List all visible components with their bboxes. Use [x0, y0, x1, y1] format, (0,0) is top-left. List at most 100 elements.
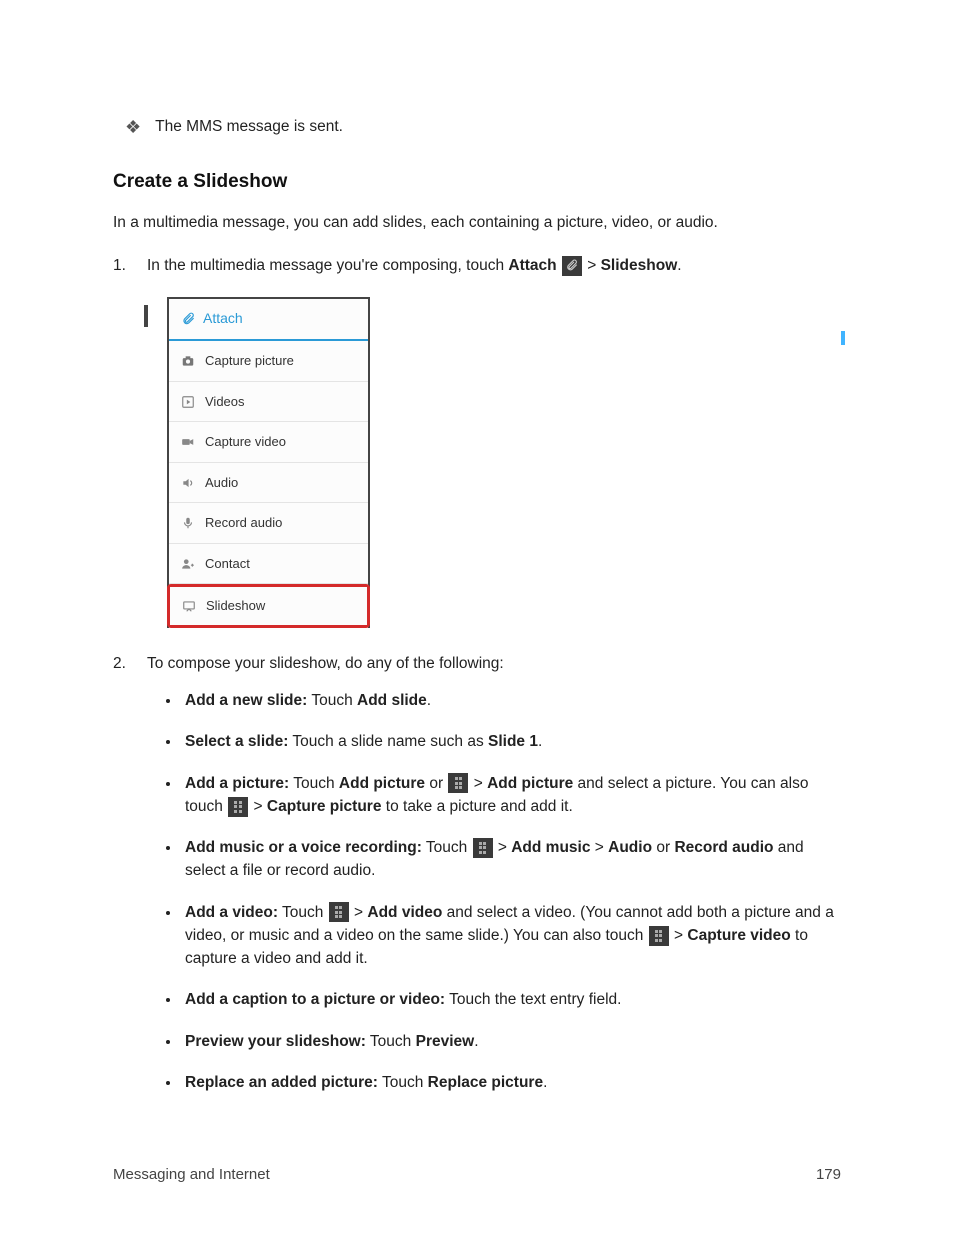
sub-add-new-slide: Add a new slide: Touch Add slide. — [181, 689, 841, 712]
attach-icon-small — [181, 312, 195, 326]
menu-label: Audio — [205, 473, 238, 493]
t: Add slide — [357, 692, 427, 709]
t: Touch — [278, 904, 328, 921]
menu-item-capture-picture[interactable]: Capture picture — [169, 341, 368, 382]
sub-label: Add a new slide: — [185, 692, 307, 709]
t: Add video — [367, 904, 442, 921]
intro-paragraph: In a multimedia message, you can add sli… — [113, 211, 841, 234]
step1-dot: . — [677, 257, 681, 274]
result-bullet-row: ❖ The MMS message is sent. — [113, 115, 841, 138]
menu-item-record-audio[interactable]: Record audio — [169, 503, 368, 544]
menu-header-label: Attach — [203, 308, 243, 329]
t: Touch — [422, 839, 472, 856]
attach-icon — [562, 256, 582, 276]
t: or — [425, 775, 447, 792]
menu-label: Capture picture — [205, 351, 294, 371]
step1-attach-label: Attach — [508, 257, 556, 274]
attach-menu-screenshot: Attach Capture picture Videos Capture vi… — [147, 297, 841, 628]
sub-add-caption: Add a caption to a picture or video: Tou… — [181, 988, 841, 1011]
menu-label: Capture video — [205, 432, 286, 452]
t: > — [350, 904, 368, 921]
t: . — [538, 733, 542, 750]
t: Add music — [511, 839, 590, 856]
sub-label: Add a picture: — [185, 775, 289, 792]
t: Replace picture — [428, 1074, 543, 1091]
sub-replace-picture: Replace an added picture: Touch Replace … — [181, 1071, 841, 1094]
t: Record audio — [674, 839, 773, 856]
microphone-icon — [181, 516, 195, 530]
t: Preview — [416, 1033, 475, 1050]
step2-text: To compose your slideshow, do any of the… — [147, 655, 504, 672]
t: Touch a slide name such as — [288, 733, 488, 750]
t: Touch — [366, 1033, 416, 1050]
step1-gt: > — [583, 257, 601, 274]
steps-list: In the multimedia message you're composi… — [113, 254, 841, 1094]
overflow-menu-icon — [473, 838, 493, 858]
t: . — [543, 1074, 547, 1091]
sub-add-music: Add music or a voice recording: Touch > … — [181, 836, 841, 883]
sub-label: Preview your slideshow: — [185, 1033, 366, 1050]
menu-label: Slideshow — [206, 596, 265, 616]
overflow-menu-icon — [448, 773, 468, 793]
step-1: In the multimedia message you're composi… — [113, 254, 841, 628]
diamond-bullet-icon: ❖ — [125, 118, 141, 136]
sub-add-picture: Add a picture: Touch Add picture or > Ad… — [181, 772, 841, 819]
t: Capture picture — [267, 798, 382, 815]
step1-text-a: In the multimedia message you're composi… — [147, 257, 508, 274]
sub-label: Replace an added picture: — [185, 1074, 378, 1091]
sub-label: Add a caption to a picture or video: — [185, 991, 445, 1008]
menu-label: Videos — [205, 392, 245, 412]
t: > — [590, 839, 608, 856]
contact-icon — [181, 557, 195, 571]
t: Add picture — [339, 775, 425, 792]
menu-header: Attach — [169, 299, 368, 341]
t: > — [494, 839, 512, 856]
slideshow-icon — [182, 599, 196, 613]
sub-label: Select a slide: — [185, 733, 288, 750]
overflow-menu-icon — [228, 797, 248, 817]
t: . — [427, 692, 431, 709]
step1-slideshow-label: Slideshow — [601, 257, 678, 274]
camera-icon — [181, 354, 195, 368]
t: to take a picture and add it. — [381, 798, 572, 815]
overflow-menu-icon — [329, 902, 349, 922]
t: > — [670, 927, 688, 944]
t: Audio — [608, 839, 652, 856]
speaker-icon — [181, 476, 195, 490]
menu-label: Contact — [205, 554, 250, 574]
t: Touch — [289, 775, 339, 792]
page-footer: Messaging and Internet 179 — [113, 1164, 841, 1187]
step-2: To compose your slideshow, do any of the… — [113, 652, 841, 1094]
t: Touch the text entry field. — [445, 991, 621, 1008]
blue-strip-decoration — [841, 331, 845, 345]
result-text: The MMS message is sent. — [155, 115, 343, 138]
t: > — [469, 775, 487, 792]
t: Touch — [378, 1074, 428, 1091]
menu-item-audio[interactable]: Audio — [169, 463, 368, 504]
footer-section-name: Messaging and Internet — [113, 1164, 270, 1187]
t: Touch — [307, 692, 357, 709]
play-icon — [181, 395, 195, 409]
step2-sublist: Add a new slide: Touch Add slide. Select… — [147, 689, 841, 1094]
overflow-menu-icon — [649, 926, 669, 946]
footer-page-number: 179 — [816, 1164, 841, 1187]
video-camera-icon — [181, 435, 195, 449]
sub-label: Add a video: — [185, 904, 278, 921]
menu-item-contact[interactable]: Contact — [169, 544, 368, 585]
sub-add-video: Add a video: Touch > Add video and selec… — [181, 901, 841, 971]
menu-list: Capture picture Videos Capture video Aud… — [169, 341, 368, 628]
section-heading: Create a Slideshow — [113, 168, 841, 197]
t: > — [249, 798, 267, 815]
menu-item-capture-video[interactable]: Capture video — [169, 422, 368, 463]
sub-select-slide: Select a slide: Touch a slide name such … — [181, 730, 841, 753]
menu-item-videos[interactable]: Videos — [169, 382, 368, 423]
menu-item-slideshow-highlighted[interactable]: Slideshow — [167, 584, 370, 628]
sub-label: Add music or a voice recording: — [185, 839, 422, 856]
t: Capture video — [687, 927, 790, 944]
edge-decoration — [144, 305, 148, 327]
t: Slide 1 — [488, 733, 538, 750]
sub-preview: Preview your slideshow: Touch Preview. — [181, 1030, 841, 1053]
t: . — [474, 1033, 478, 1050]
menu-label: Record audio — [205, 513, 282, 533]
t: or — [652, 839, 674, 856]
